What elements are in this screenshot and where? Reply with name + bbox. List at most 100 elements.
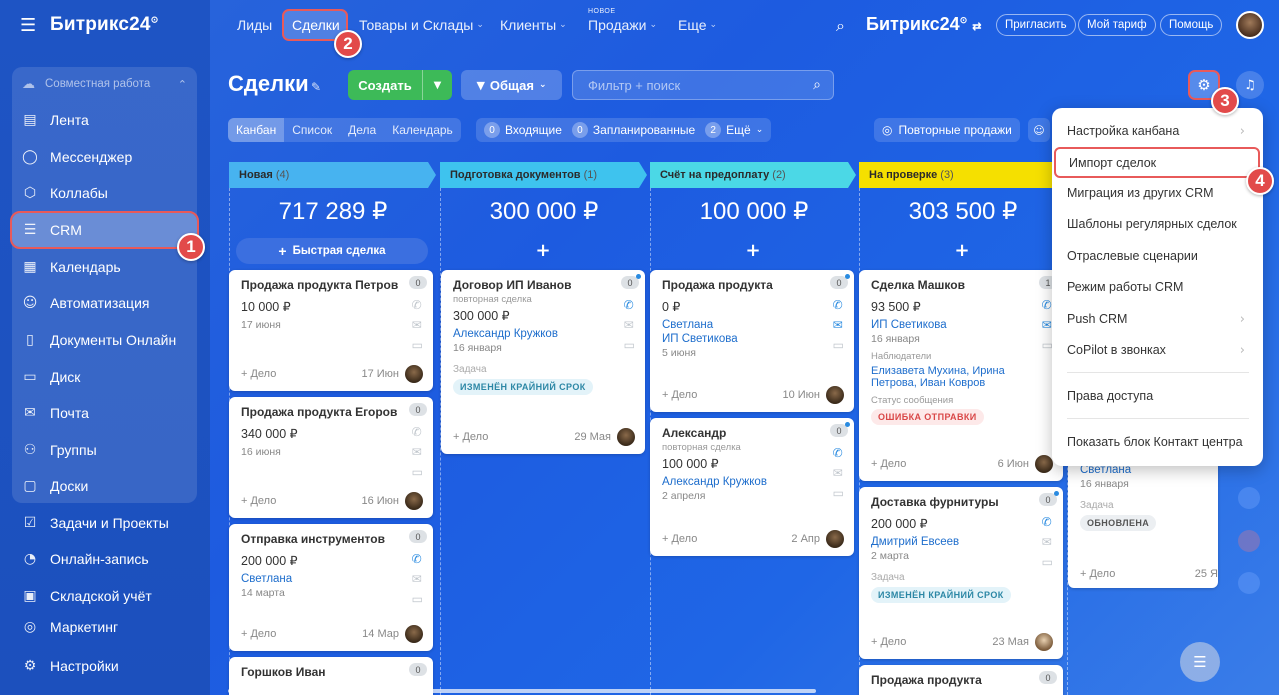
column-header[interactable]: Подготовка документов (1): [440, 162, 647, 188]
help-button[interactable]: Помощь: [1160, 14, 1223, 36]
sidebar-item-15[interactable]: ◎ Маркетинг: [12, 616, 197, 638]
deal-card[interactable]: 0 Договор ИП Иванов повторная сделка 300…: [441, 270, 645, 454]
create-button[interactable]: Создать ▼: [348, 70, 452, 100]
topnav-leads[interactable]: Лиды: [237, 0, 272, 50]
topnav-clients[interactable]: Клиенты ⌄: [500, 0, 567, 50]
invite-button[interactable]: Пригласить: [996, 14, 1076, 36]
deal-card[interactable]: 0 Доставка фурнитуры 200 000 ₽ Дмитрий Е…: [859, 487, 1063, 659]
add-activity-link[interactable]: + Дело: [241, 368, 276, 380]
counter-incoming[interactable]: 0 Входящие: [484, 122, 562, 138]
deal-card[interactable]: 0 Продажа продукта Егоров 340 000 ₽ 16 и…: [229, 397, 433, 518]
sidebar-item-settings[interactable]: ⚙ Настройки: [12, 649, 197, 683]
step-badge-2: 2: [334, 30, 362, 58]
deal-card[interactable]: 0 Продажа продукта: [859, 665, 1063, 695]
add-deal-button[interactable]: +: [867, 240, 1057, 264]
add-activity-link[interactable]: + Дело: [241, 495, 276, 507]
add-deal-button[interactable]: +: [658, 240, 848, 264]
counter-planned[interactable]: 0 Запланированные: [571, 122, 695, 138]
sidebar-item-5[interactable]: ▦ Календарь: [12, 250, 197, 284]
pin-icon[interactable]: ✎: [311, 80, 321, 94]
column-header[interactable]: На проверке (3): [859, 162, 1067, 188]
menu-item-copilot-calls[interactable]: CoPilot в звонках ›: [1052, 336, 1263, 364]
user-avatar[interactable]: [1236, 11, 1264, 39]
topnav-goods[interactable]: Товары и Склады ⌄: [359, 0, 484, 50]
add-activity-link[interactable]: + Дело: [662, 389, 697, 401]
column-header[interactable]: Счёт на предоплату (2): [650, 162, 856, 188]
phone-icon: ✆: [832, 446, 843, 460]
topnav-sales[interactable]: НОВОЕ Продажи ⌄: [588, 0, 657, 50]
quick-deal-button[interactable]: + Быстрая сделка: [236, 238, 428, 264]
sidebar-group-header[interactable]: ☁ Совместная работа ⌃: [12, 71, 197, 97]
notifications-button[interactable]: ♫: [1236, 71, 1264, 99]
menu-item-migration[interactable]: Миграция из других CRM: [1052, 179, 1263, 207]
deal-card[interactable]: 1 Сделка Машков 93 500 ₽ ИП Светикова 16…: [859, 270, 1063, 481]
add-activity-link[interactable]: + Дело: [1080, 568, 1115, 580]
horizontal-scrollbar[interactable]: [228, 689, 816, 693]
menu-item-contact-center[interactable]: Показать блок Контакт центра: [1052, 428, 1263, 456]
logo[interactable]: Битрикс24⊙: [50, 14, 158, 36]
tariff-button[interactable]: Мой тариф: [1078, 14, 1156, 36]
sidebar-item-14[interactable]: ▣ Складской учёт: [12, 579, 197, 613]
menu-item-industry-scenarios[interactable]: Отраслевые сценарии: [1052, 242, 1263, 270]
sidebar-item-2[interactable]: ◯ Мессенджер: [12, 140, 197, 174]
sidebar-item-1[interactable]: ▤ Лента: [12, 103, 197, 137]
counter-more[interactable]: 2 Ещё ⌄: [705, 122, 763, 138]
sidebar-item-7[interactable]: ▯ Документы Онлайн: [12, 323, 197, 357]
menu-item-push-crm[interactable]: Push CRM ›: [1052, 305, 1263, 333]
sidebar-item-13[interactable]: ◔ Онлайн-запись: [12, 542, 197, 576]
document-icon: ▯: [26, 332, 34, 348]
search-icon[interactable]: ⌕: [813, 77, 821, 93]
add-activity-link[interactable]: + Дело: [871, 458, 906, 470]
avatar: [405, 625, 423, 643]
filter-search-input[interactable]: Фильтр + поиск ⌕: [572, 70, 834, 100]
menu-divider: [1067, 372, 1249, 373]
add-deal-button[interactable]: +: [448, 240, 638, 264]
repeat-sales-button[interactable]: ◎ Повторные продажи: [874, 118, 1020, 142]
pipeline-select[interactable]: ▼ Общая ⌄: [461, 70, 562, 100]
menu-item-access-rights[interactable]: Права доступа: [1052, 382, 1263, 410]
add-activity-link[interactable]: + Дело: [453, 431, 488, 443]
tab-calendar[interactable]: Календарь: [384, 118, 461, 142]
sidebar-item-6[interactable]: ☺ Автоматизация: [12, 286, 197, 320]
status-badge: ИЗМЕНЁН КРАЙНИЙ СРОК: [871, 587, 1011, 603]
step-badge-1: 1: [177, 233, 205, 261]
deal-card[interactable]: 0 Александр повторная сделка 100 000 ₽ А…: [650, 418, 854, 556]
tab-list[interactable]: Список: [284, 118, 340, 142]
mail-icon: ✉: [411, 318, 422, 332]
menu-item-crm-mode[interactable]: Режим работы CRM: [1052, 273, 1263, 301]
sidebar-item-9[interactable]: ✉ Почта: [12, 396, 197, 430]
column-header[interactable]: Новая (4): [229, 162, 436, 188]
column-sum: 717 289 ₽: [278, 198, 388, 225]
deal-card[interactable]: 0 Продажа продукта 0 ₽ Светлана ИП Свети…: [650, 270, 854, 412]
header-logo[interactable]: Битрикс24⊙ ⇄: [866, 14, 981, 35]
quick-menu-button[interactable]: ☰: [1180, 642, 1220, 682]
add-activity-link[interactable]: + Дело: [662, 533, 697, 545]
search-icon[interactable]: ⌕: [836, 16, 845, 36]
sidebar-item-label: Лента: [50, 112, 89, 128]
menu-icon[interactable]: ☰: [20, 15, 42, 36]
sidebar-item-3[interactable]: ⬡ Коллабы: [12, 176, 197, 210]
add-activity-link[interactable]: + Дело: [241, 628, 276, 640]
menu-item-recurring-templates[interactable]: Шаблоны регулярных сделок: [1052, 210, 1263, 238]
tab-kanban[interactable]: Канбан: [228, 118, 285, 142]
add-activity-link[interactable]: + Дело: [871, 636, 906, 648]
avatar: [405, 492, 423, 510]
bell-icon: ♫: [1244, 77, 1256, 93]
phone-icon: ✆: [411, 425, 422, 439]
sidebar-item-11[interactable]: ▢ Доски: [12, 469, 197, 503]
deal-card[interactable]: 0 Отправка инструментов 200 000 ₽ Светла…: [229, 524, 433, 651]
sidebar-item-10[interactable]: ⚇ Группы: [12, 433, 197, 467]
sidebar-item-12[interactable]: ☑ Задачи и Проекты: [12, 506, 197, 540]
sidebar-item-8[interactable]: ▭ Диск: [12, 360, 197, 394]
topnav-deals[interactable]: Сделки: [292, 0, 340, 50]
topnav-more[interactable]: Еще ⌄: [678, 0, 717, 50]
menu-item-kanban-settings[interactable]: Настройка канбана ›: [1052, 117, 1263, 145]
comment-icon: ▭: [832, 486, 844, 500]
tab-activities[interactable]: Дела: [340, 118, 384, 142]
column-sum: 100 000 ₽: [699, 198, 809, 225]
robot-button[interactable]: ☺: [1028, 118, 1050, 142]
deal-card[interactable]: 0 Продажа продукта Петров 10 000 ₽ 17 ию…: [229, 270, 433, 391]
menu-item-import-deals[interactable]: Импорт сделок: [1054, 147, 1260, 178]
chevron-down-icon[interactable]: ▼: [422, 70, 452, 100]
sidebar-item-4[interactable]: ☰ CRM: [10, 211, 199, 249]
